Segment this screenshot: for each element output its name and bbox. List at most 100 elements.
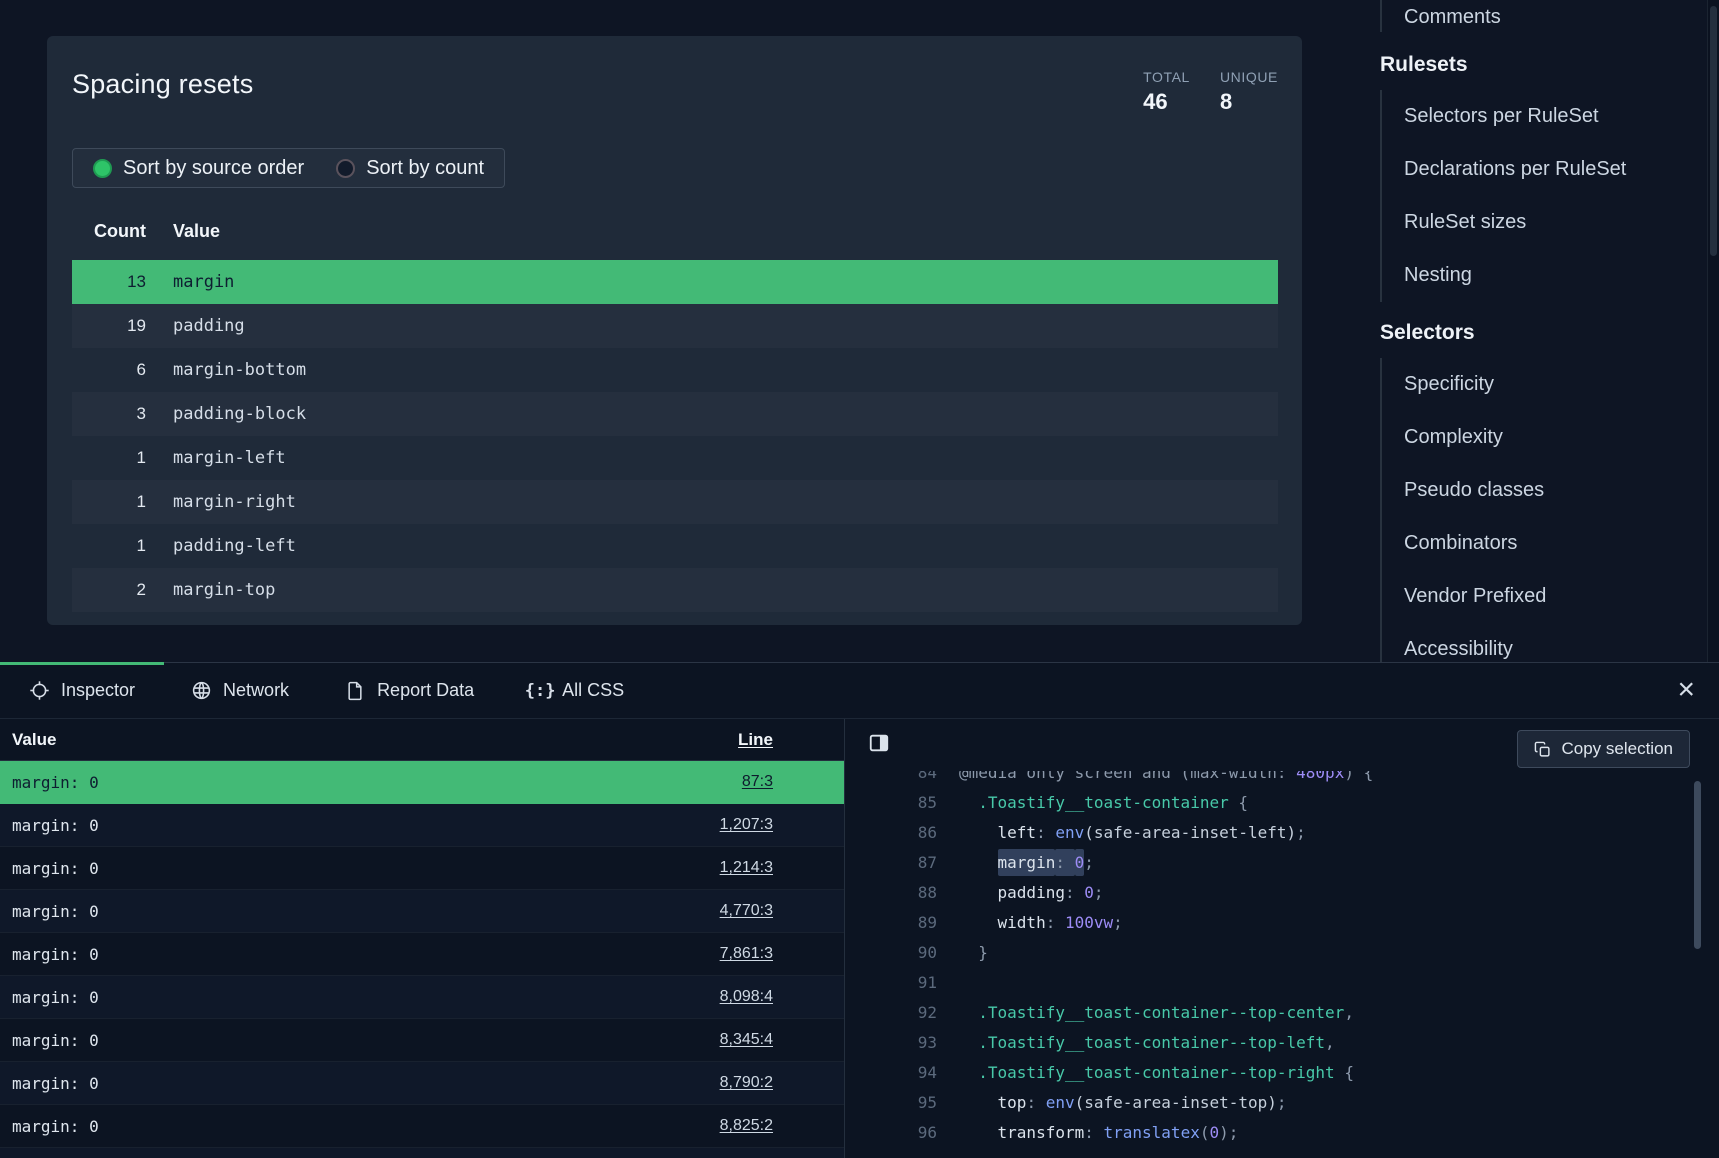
code-text: } xyxy=(959,943,988,962)
line-link[interactable]: 87:3 xyxy=(742,773,773,791)
tab-all-css[interactable]: {:} All CSS xyxy=(501,663,651,718)
spacing-row-margin-left[interactable]: 1margin-left xyxy=(72,436,1278,480)
line-link[interactable]: 8,098:4 xyxy=(720,988,773,1006)
result-row[interactable]: margin: 0 4,770:3 xyxy=(0,890,844,933)
count-cell: 2 xyxy=(72,580,146,600)
spacing-row-margin-right[interactable]: 1 margin-right xyxy=(72,480,1278,524)
page-title: Spacing resets xyxy=(72,66,253,102)
code-text: top: env(safe-area-inset-top); xyxy=(959,1093,1287,1112)
result-row[interactable]: margin: 08,345:4 xyxy=(0,1019,844,1062)
result-row[interactable]: margin: 01,207:3 xyxy=(0,804,844,847)
result-row[interactable]: margin: 08,825:2 xyxy=(0,1105,844,1148)
sort-source-option[interactable]: Sort by source order xyxy=(93,157,304,180)
sidebar-item-comments[interactable]: Comments xyxy=(1404,2,1710,32)
sidebar-item-accessibility[interactable]: Accessibility xyxy=(1404,623,1710,662)
line-number: 86 xyxy=(845,823,937,842)
spacing-row-margin-bottom[interactable]: 6margin-bottom xyxy=(72,348,1278,392)
sort-count-option[interactable]: Sort by count xyxy=(336,157,484,180)
inspector-body: Value Line margin: 087:3margin: 01,207:3… xyxy=(0,719,1719,1158)
sidebar-item-vendor-prefixed[interactable]: Vendor Prefixed xyxy=(1404,570,1710,623)
code-text: .Toastify__toast-container--top-right { xyxy=(959,1063,1354,1082)
code-line-96: 96 transform: translatex(0); xyxy=(845,1117,1719,1147)
spacing-row-margin-top[interactable]: 2margin-top xyxy=(72,568,1278,612)
code-line-92: 92 .Toastify__toast-container--top-cente… xyxy=(845,997,1719,1027)
results-table-body: margin: 087:3margin: 01,207:3margin: 01,… xyxy=(0,761,844,1158)
sidebar-item-ruleset-sizes[interactable]: RuleSet sizes xyxy=(1404,196,1710,249)
line-number: 88 xyxy=(845,883,937,902)
sidebar-item-selectors-per-ruleset[interactable]: Selectors per RuleSet xyxy=(1404,90,1710,143)
code-line-87: 87 margin: 0; xyxy=(845,847,1719,877)
tab-label: Report Data xyxy=(377,680,474,701)
code-text: .Toastify__toast-container--top-center, xyxy=(959,1003,1354,1022)
sidebar-item-complexity[interactable]: Complexity xyxy=(1404,411,1710,464)
stat-total-value: 46 xyxy=(1143,88,1190,116)
line-link[interactable]: 8,345:4 xyxy=(720,1031,773,1049)
results-column-line[interactable]: Line xyxy=(738,730,773,750)
line-number: 85 xyxy=(845,793,937,812)
line-link[interactable]: 1,214:3 xyxy=(720,859,773,877)
code-text: margin: 0; xyxy=(959,853,1094,872)
code-line-86: 86 left: env(safe-area-inset-left); xyxy=(845,817,1719,847)
line-number: 92 xyxy=(845,1003,937,1022)
result-row[interactable]: margin: 08,098:4 xyxy=(0,976,844,1019)
line-link[interactable]: 4,770:3 xyxy=(720,902,773,920)
count-cell: 1 xyxy=(72,492,146,512)
results-pane: Value Line margin: 087:3margin: 01,207:3… xyxy=(0,719,845,1158)
tab-network[interactable]: Network xyxy=(162,663,316,718)
spacing-row-padding[interactable]: 19padding xyxy=(72,304,1278,348)
tab-list: InspectorNetwork Report Data {:} All CSS xyxy=(0,663,651,718)
line-link[interactable]: 8,825:2 xyxy=(720,1117,773,1135)
code-text: left: env(safe-area-inset-left); xyxy=(959,823,1306,842)
code-viewport: 84@media only screen and (max-width: 480… xyxy=(845,771,1719,1158)
value-cell: margin xyxy=(173,272,234,292)
copy-selection-button[interactable]: Copy selection xyxy=(1517,730,1690,768)
line-number: 87 xyxy=(845,853,937,872)
code-line-93: 93 .Toastify__toast-container--top-left, xyxy=(845,1027,1719,1057)
sidebar-item-nesting[interactable]: Nesting xyxy=(1404,249,1710,302)
spacing-row-padding-left[interactable]: 1padding-left xyxy=(72,524,1278,568)
code-text: padding: 0; xyxy=(959,883,1104,902)
sidebar-item-specificity[interactable]: Specificity xyxy=(1404,358,1710,411)
spacing-row-padding-block[interactable]: 3padding-block xyxy=(72,392,1278,436)
code-text: .Toastify__toast-container { xyxy=(959,793,1248,812)
code-scrollbar-thumb[interactable] xyxy=(1694,781,1701,949)
result-row[interactable]: margin: 07,861:3 xyxy=(0,933,844,976)
count-cell: 6 xyxy=(72,360,146,380)
column-header-count: Count xyxy=(72,221,146,242)
code-line-95: 95 top: env(safe-area-inset-top); xyxy=(845,1087,1719,1117)
result-value-cell: margin: 0 xyxy=(12,902,99,921)
line-link[interactable]: 8,790:2 xyxy=(720,1074,773,1092)
line-number: 84 xyxy=(845,771,937,782)
sidebar-heading-selectors: Selectors xyxy=(1380,320,1710,346)
line-link[interactable]: 7,861:3 xyxy=(720,945,773,963)
code-line-89: 89 width: 100vw; xyxy=(845,907,1719,937)
tab-report-data[interactable]: Report Data xyxy=(316,663,501,718)
spacing-resets-card: Spacing resets TOTAL 46 UNIQUE 8 Sort by… xyxy=(47,36,1302,625)
panel-toggle-icon[interactable] xyxy=(867,732,891,756)
result-row[interactable]: margin: 08,790:2 xyxy=(0,1062,844,1105)
line-link[interactable]: 1,207:3 xyxy=(720,816,773,834)
page-scrollbar[interactable] xyxy=(1707,0,1719,662)
result-row[interactable]: margin: 01,214:3 xyxy=(0,847,844,890)
value-cell: margin-right xyxy=(173,492,296,512)
code-text: width: 100vw; xyxy=(959,913,1123,932)
result-value-cell: margin: 0 xyxy=(12,773,99,792)
braces-icon: {:} xyxy=(528,679,552,703)
line-number: 90 xyxy=(845,943,937,962)
copy-button-label: Copy selection xyxy=(1561,739,1673,759)
tab-inspector[interactable]: Inspector xyxy=(0,663,162,718)
sidebar-item-combinators[interactable]: Combinators xyxy=(1404,517,1710,570)
line-number: 94 xyxy=(845,1063,937,1082)
sidebar-item-pseudo-classes[interactable]: Pseudo classes xyxy=(1404,464,1710,517)
results-column-value: Value xyxy=(12,730,56,750)
sidebar-group-rulesets: Selectors per RuleSetDeclarations per Ru… xyxy=(1380,90,1710,302)
code-text: transform: translatex(0); xyxy=(959,1123,1238,1142)
sidebar-item-declarations-per-ruleset[interactable]: Declarations per RuleSet xyxy=(1404,143,1710,196)
result-row[interactable]: margin: 0 87:3 xyxy=(0,761,844,804)
spacing-row-margin[interactable]: 13margin xyxy=(72,260,1278,304)
close-icon[interactable]: × xyxy=(1677,675,1695,705)
globe-icon xyxy=(189,679,213,703)
tab-label: All CSS xyxy=(562,680,624,701)
code-lines: 84@media only screen and (max-width: 480… xyxy=(845,771,1719,1147)
count-cell: 3 xyxy=(72,404,146,424)
